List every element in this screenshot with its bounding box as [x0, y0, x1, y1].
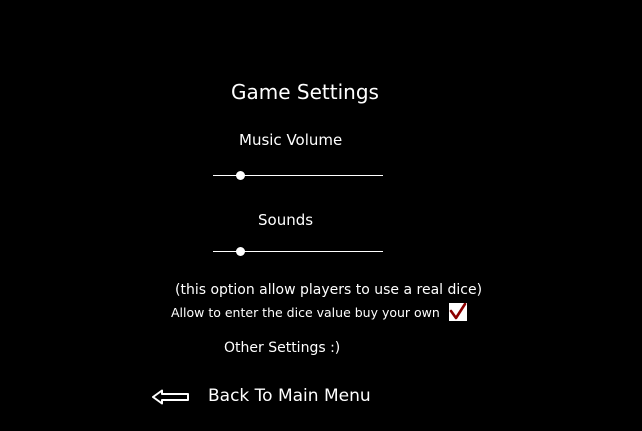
- settings-title: Game Settings: [231, 80, 379, 104]
- music-volume-slider[interactable]: [213, 168, 383, 184]
- music-volume-label: Music Volume: [239, 131, 343, 149]
- sounds-label: Sounds: [258, 211, 314, 229]
- other-settings-link[interactable]: Other Settings :): [224, 340, 340, 357]
- music-volume-thumb[interactable]: [236, 171, 246, 180]
- checkmark-icon: [449, 303, 467, 320]
- dice-option-label: Allow to enter the dice value buy your o…: [171, 305, 440, 320]
- back-to-main-menu-button[interactable]: Back To Main Menu: [208, 386, 371, 407]
- sounds-volume-slider[interactable]: [213, 244, 383, 260]
- dice-option-checkbox[interactable]: [449, 303, 467, 321]
- dice-option-hint: (this option allow players to use a real…: [175, 282, 483, 298]
- sounds-volume-thumb[interactable]: [236, 247, 246, 256]
- left-arrow-icon[interactable]: [152, 389, 190, 405]
